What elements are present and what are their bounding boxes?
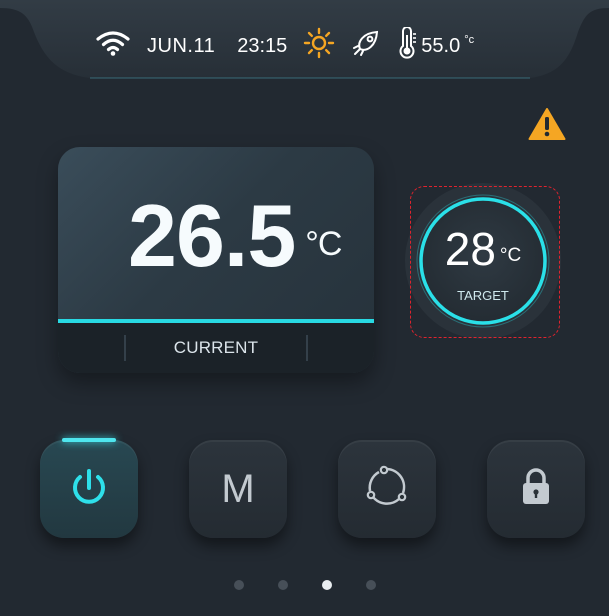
cycle-icon: [363, 463, 411, 515]
sun-icon: [303, 27, 335, 65]
device-temperature: 55.0 °c: [397, 26, 475, 65]
thermostat-screen: JUN.11 23:15 55.0 °c 26.5 °C CURRENT 28 …: [0, 0, 609, 616]
device-temperature-unit: °c: [464, 34, 475, 46]
status-row: JUN.11 23:15 55.0 °c: [95, 26, 474, 66]
device-temperature-value: 55.0: [421, 34, 461, 57]
current-temperature: 26.5 °C: [128, 185, 342, 287]
target-temperature-unit: °C: [499, 245, 522, 266]
page-dot-1[interactable]: [233, 580, 244, 590]
current-temperature-card: 26.5 °C CURRENT: [58, 147, 374, 373]
page-dot-2[interactable]: [277, 580, 288, 590]
power-button[interactable]: [40, 438, 138, 538]
page-dot-3[interactable]: [321, 580, 332, 590]
page-dot-4[interactable]: [365, 580, 376, 590]
lock-button[interactable]: [487, 440, 585, 538]
mode-label: M: [221, 466, 255, 511]
target-temperature-dial[interactable]: 28 °C TARGET: [400, 175, 566, 341]
target-label: TARGET: [457, 288, 509, 303]
target-temperature: 28 °C: [400, 222, 566, 276]
cycle-button[interactable]: [338, 440, 436, 538]
current-label-bar: CURRENT: [58, 323, 374, 373]
divider: [306, 335, 308, 361]
power-icon: [69, 466, 109, 512]
active-indicator: [62, 438, 116, 442]
page-indicator: [0, 580, 609, 590]
current-label: CURRENT: [173, 338, 259, 357]
current-temperature-unit: °C: [305, 225, 342, 263]
wifi-icon: [95, 30, 131, 62]
current-temperature-value: 26.5: [128, 186, 296, 285]
lock-icon: [519, 467, 553, 511]
status-bar: JUN.11 23:15 55.0 °c: [0, 0, 609, 92]
thermometer-icon: [397, 26, 417, 65]
date-text: JUN.11: [147, 34, 216, 57]
mode-button[interactable]: M: [189, 440, 287, 538]
divider: [124, 335, 126, 361]
rocket-icon: [351, 28, 381, 64]
warning-icon[interactable]: [528, 107, 566, 145]
time-text: 23:15: [237, 34, 288, 57]
target-temperature-value: 28: [444, 223, 496, 275]
